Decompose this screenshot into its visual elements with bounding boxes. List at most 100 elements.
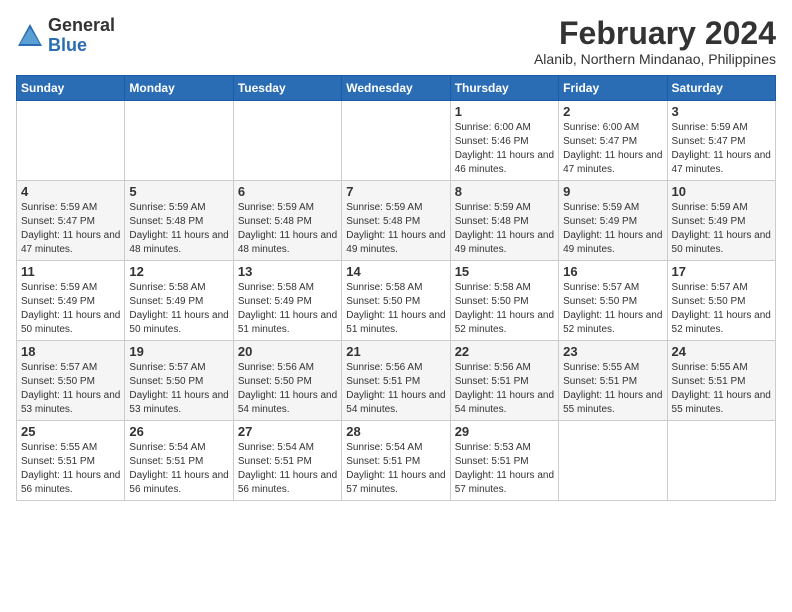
cell-w3d2: 20 Sunrise: 5:56 AM Sunset: 5:50 PM Dayli… <box>233 341 341 421</box>
day-info: Sunrise: 5:54 AM Sunset: 5:51 PM Dayligh… <box>129 441 228 497</box>
day-info: Sunrise: 5:59 AM Sunset: 5:48 PM Dayligh… <box>455 201 554 257</box>
cell-w1d5: 9 Sunrise: 5:59 AM Sunset: 5:49 PM Daylig… <box>559 181 667 261</box>
logo: General Blue <box>16 16 115 56</box>
cell-w4d4: 29Sunrise: 5:53 AM Sunset: 5:51 PM Dayli… <box>450 421 558 501</box>
logo-icon <box>16 22 44 50</box>
month-year: February 2024 <box>534 16 776 51</box>
cell-w0d1 <box>125 101 233 181</box>
cell-w4d5 <box>559 421 667 501</box>
day-number: 25 <box>21 424 120 439</box>
day-number: 14 <box>346 264 445 279</box>
day-info: Sunrise: 5:54 AM Sunset: 5:51 PM Dayligh… <box>346 441 445 497</box>
logo-general: General <box>48 15 115 35</box>
cell-w3d6: 24 Sunrise: 5:55 AM Sunset: 5:51 PM Dayli… <box>667 341 775 421</box>
day-info: Sunrise: 5:59 AM Sunset: 5:49 PM Dayligh… <box>563 201 662 257</box>
day-info: Sunrise: 5:56 AM Sunset: 5:51 PM Dayligh… <box>346 361 445 417</box>
day-number: 12 <box>129 264 228 279</box>
day-info: Sunrise: 5:59 AM Sunset: 5:47 PM Dayligh… <box>672 121 771 177</box>
day-number: 22 <box>455 344 554 359</box>
day-number: 6 <box>238 184 337 199</box>
day-number: 1 <box>455 104 554 119</box>
cell-w1d2: 6 Sunrise: 5:59 AM Sunset: 5:48 PM Daylig… <box>233 181 341 261</box>
day-info: Sunrise: 5:59 AM Sunset: 5:48 PM Dayligh… <box>346 201 445 257</box>
cell-w1d4: 8 Sunrise: 5:59 AM Sunset: 5:48 PM Daylig… <box>450 181 558 261</box>
day-number: 8 <box>455 184 554 199</box>
day-number: 3 <box>672 104 771 119</box>
day-number: 15 <box>455 264 554 279</box>
day-number: 21 <box>346 344 445 359</box>
cell-w1d3: 7Sunrise: 5:59 AM Sunset: 5:48 PM Daylig… <box>342 181 450 261</box>
day-number: 27 <box>238 424 337 439</box>
cell-w2d2: 13 Sunrise: 5:58 AM Sunset: 5:49 PM Dayli… <box>233 261 341 341</box>
cell-w2d0: 11 Sunrise: 5:59 AM Sunset: 5:49 PM Dayli… <box>17 261 125 341</box>
day-number: 19 <box>129 344 228 359</box>
cell-w4d6 <box>667 421 775 501</box>
cell-w4d1: 26 Sunrise: 5:54 AM Sunset: 5:51 PM Dayli… <box>125 421 233 501</box>
header-row: Sunday Monday Tuesday Wednesday Thursday… <box>17 76 776 101</box>
day-info: Sunrise: 5:57 AM Sunset: 5:50 PM Dayligh… <box>21 361 120 417</box>
cell-w1d1: 5 Sunrise: 5:59 AM Sunset: 5:48 PM Daylig… <box>125 181 233 261</box>
day-info: Sunrise: 5:55 AM Sunset: 5:51 PM Dayligh… <box>21 441 120 497</box>
day-number: 18 <box>21 344 120 359</box>
cell-w3d3: 21 Sunrise: 5:56 AM Sunset: 5:51 PM Dayli… <box>342 341 450 421</box>
location: Alanib, Northern Mindanao, Philippines <box>534 51 776 67</box>
day-number: 10 <box>672 184 771 199</box>
day-number: 23 <box>563 344 662 359</box>
week-row-1: 4Sunrise: 5:59 AM Sunset: 5:47 PM Daylig… <box>17 181 776 261</box>
cell-w2d6: 17Sunrise: 5:57 AM Sunset: 5:50 PM Dayli… <box>667 261 775 341</box>
day-info: Sunrise: 5:58 AM Sunset: 5:49 PM Dayligh… <box>238 281 337 337</box>
cell-w2d4: 15 Sunrise: 5:58 AM Sunset: 5:50 PM Dayli… <box>450 261 558 341</box>
day-info: Sunrise: 5:55 AM Sunset: 5:51 PM Dayligh… <box>672 361 771 417</box>
day-info: Sunrise: 5:57 AM Sunset: 5:50 PM Dayligh… <box>563 281 662 337</box>
day-number: 16 <box>563 264 662 279</box>
day-info: Sunrise: 5:59 AM Sunset: 5:48 PM Dayligh… <box>238 201 337 257</box>
cell-w3d4: 22 Sunrise: 5:56 AM Sunset: 5:51 PM Dayli… <box>450 341 558 421</box>
cell-w2d1: 12 Sunrise: 5:58 AM Sunset: 5:49 PM Dayli… <box>125 261 233 341</box>
title-block: February 2024 Alanib, Northern Mindanao,… <box>534 16 776 67</box>
col-sunday: Sunday <box>17 76 125 101</box>
week-row-3: 18 Sunrise: 5:57 AM Sunset: 5:50 PM Dayli… <box>17 341 776 421</box>
day-info: Sunrise: 5:57 AM Sunset: 5:50 PM Dayligh… <box>672 281 771 337</box>
cell-w0d4: 1 Sunrise: 6:00 AM Sunset: 5:46 PM Daylig… <box>450 101 558 181</box>
cell-w1d6: 10 Sunrise: 5:59 AM Sunset: 5:49 PM Dayli… <box>667 181 775 261</box>
col-monday: Monday <box>125 76 233 101</box>
day-info: Sunrise: 6:00 AM Sunset: 5:47 PM Dayligh… <box>563 121 662 177</box>
cell-w1d0: 4Sunrise: 5:59 AM Sunset: 5:47 PM Daylig… <box>17 181 125 261</box>
day-number: 20 <box>238 344 337 359</box>
cell-w3d1: 19Sunrise: 5:57 AM Sunset: 5:50 PM Dayli… <box>125 341 233 421</box>
cell-w0d3 <box>342 101 450 181</box>
day-number: 13 <box>238 264 337 279</box>
day-info: Sunrise: 5:59 AM Sunset: 5:47 PM Dayligh… <box>21 201 120 257</box>
col-wednesday: Wednesday <box>342 76 450 101</box>
day-number: 11 <box>21 264 120 279</box>
day-info: Sunrise: 5:59 AM Sunset: 5:48 PM Dayligh… <box>129 201 228 257</box>
cell-w0d2 <box>233 101 341 181</box>
day-info: Sunrise: 6:00 AM Sunset: 5:46 PM Dayligh… <box>455 121 554 177</box>
cell-w0d5: 2 Sunrise: 6:00 AM Sunset: 5:47 PM Daylig… <box>559 101 667 181</box>
day-number: 26 <box>129 424 228 439</box>
day-info: Sunrise: 5:59 AM Sunset: 5:49 PM Dayligh… <box>21 281 120 337</box>
page-header: General Blue February 2024 Alanib, North… <box>16 16 776 67</box>
day-number: 28 <box>346 424 445 439</box>
day-number: 2 <box>563 104 662 119</box>
day-info: Sunrise: 5:56 AM Sunset: 5:51 PM Dayligh… <box>455 361 554 417</box>
day-info: Sunrise: 5:58 AM Sunset: 5:49 PM Dayligh… <box>129 281 228 337</box>
cell-w3d5: 23Sunrise: 5:55 AM Sunset: 5:51 PM Dayli… <box>559 341 667 421</box>
day-info: Sunrise: 5:56 AM Sunset: 5:50 PM Dayligh… <box>238 361 337 417</box>
cell-w2d3: 14Sunrise: 5:58 AM Sunset: 5:50 PM Dayli… <box>342 261 450 341</box>
cell-w4d0: 25 Sunrise: 5:55 AM Sunset: 5:51 PM Dayli… <box>17 421 125 501</box>
col-friday: Friday <box>559 76 667 101</box>
col-tuesday: Tuesday <box>233 76 341 101</box>
day-info: Sunrise: 5:53 AM Sunset: 5:51 PM Dayligh… <box>455 441 554 497</box>
cell-w2d5: 16 Sunrise: 5:57 AM Sunset: 5:50 PM Dayli… <box>559 261 667 341</box>
cell-w4d2: 27Sunrise: 5:54 AM Sunset: 5:51 PM Dayli… <box>233 421 341 501</box>
cell-w0d0 <box>17 101 125 181</box>
day-number: 9 <box>563 184 662 199</box>
day-number: 24 <box>672 344 771 359</box>
col-saturday: Saturday <box>667 76 775 101</box>
cell-w4d3: 28 Sunrise: 5:54 AM Sunset: 5:51 PM Dayli… <box>342 421 450 501</box>
day-info: Sunrise: 5:58 AM Sunset: 5:50 PM Dayligh… <box>455 281 554 337</box>
day-info: Sunrise: 5:59 AM Sunset: 5:49 PM Dayligh… <box>672 201 771 257</box>
calendar-table: Sunday Monday Tuesday Wednesday Thursday… <box>16 75 776 501</box>
day-number: 5 <box>129 184 228 199</box>
